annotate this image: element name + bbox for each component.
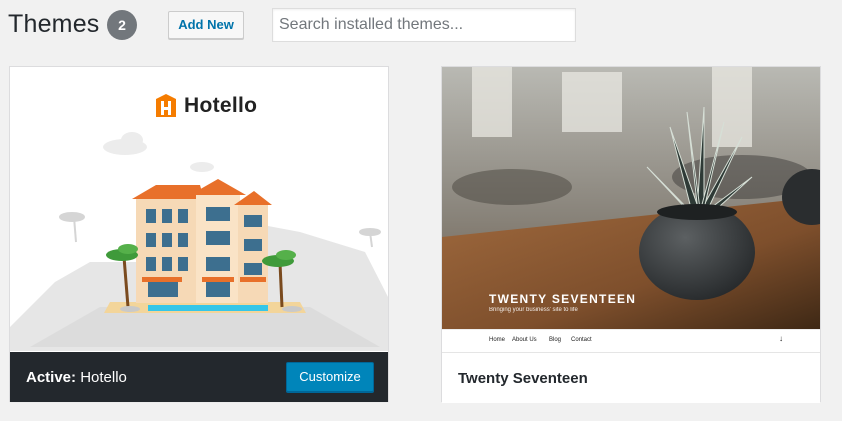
tse-screenshot-nav: Home About Us Blog Contact ↓ — [442, 329, 820, 351]
theme-screenshot-twenty-seventeen[interactable]: TWENTY SEVENTEEN Bringing your business'… — [442, 67, 820, 351]
theme-card-hotello[interactable]: Hotello Active: Hotello Customize — [9, 66, 389, 402]
tse-nav-item: Home — [489, 337, 506, 343]
active-theme-bar: Active: Hotello Customize — [10, 352, 388, 402]
hotel-illustration — [10, 132, 388, 351]
add-new-button[interactable]: Add New — [168, 11, 244, 39]
tse-screenshot-subtitle: Bringing your business' site to life — [489, 307, 578, 313]
active-label: Active: — [26, 369, 77, 386]
tse-nav-item: Contact — [571, 337, 592, 343]
tse-nav-item: Blog — [549, 337, 562, 343]
theme-name-twenty-seventeen: Twenty Seventeen — [458, 370, 588, 387]
search-themes-input[interactable] — [272, 8, 576, 42]
theme-name-hotello: Active: Hotello — [26, 369, 127, 386]
page-header: Themes 2 Add New — [0, 0, 842, 56]
tse-nav-item: About Us — [512, 337, 537, 343]
theme-screenshot-hotello[interactable]: Hotello — [10, 67, 388, 351]
theme-bar-twenty-seventeen: Twenty Seventeen — [442, 352, 820, 403]
theme-count-badge: 2 — [107, 10, 137, 40]
theme-card-twenty-seventeen[interactable]: TWENTY SEVENTEEN Bringing your business'… — [441, 66, 821, 403]
active-theme-name: Hotello — [80, 369, 127, 386]
tse-screenshot-title: TWENTY SEVENTEEN — [489, 292, 637, 306]
customize-button[interactable]: Customize — [286, 362, 374, 392]
page-title: Themes — [8, 10, 100, 38]
arrow-down-icon: ↓ — [779, 334, 783, 343]
